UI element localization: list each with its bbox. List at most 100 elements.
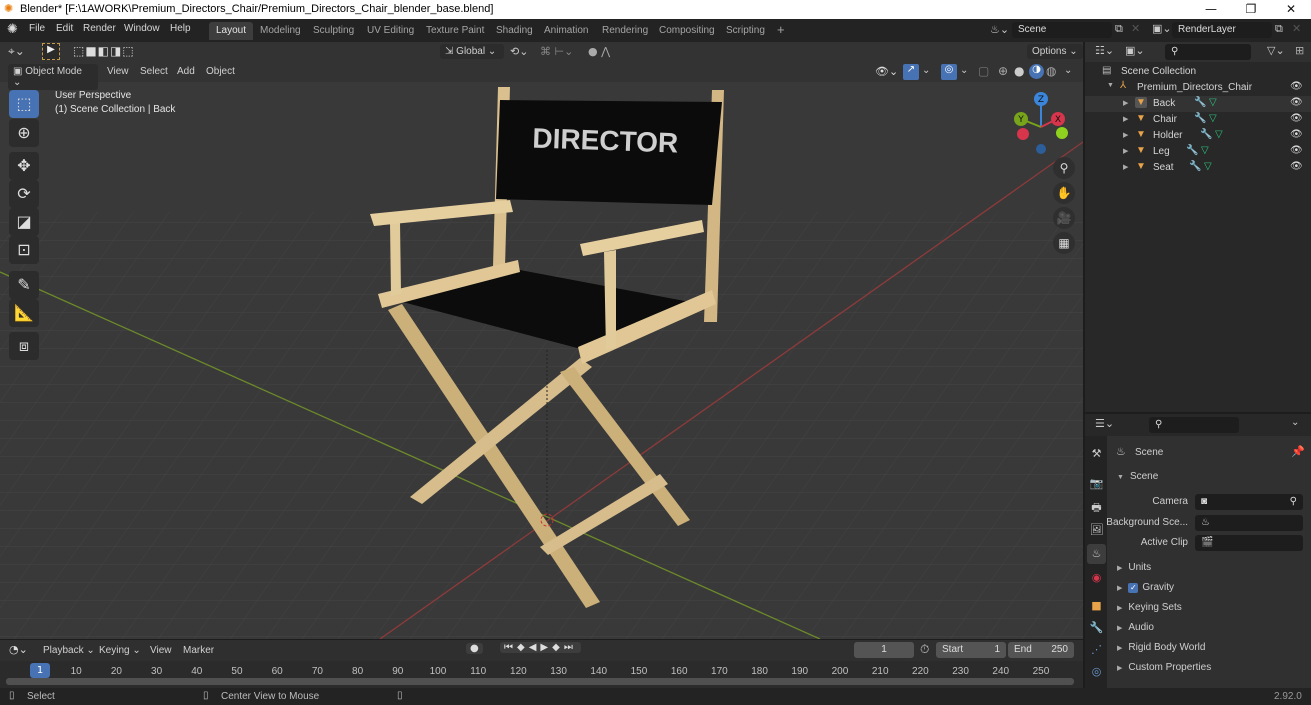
pivot-point-icon[interactable]: ⟲⌄ bbox=[510, 45, 528, 58]
camera-field[interactable]: ◙ ⚲ bbox=[1195, 494, 1303, 510]
visibility-eye-icon[interactable]: 👁 bbox=[1290, 145, 1303, 156]
rigid-body-world-section[interactable]: ▶ Rigid Body World bbox=[1117, 642, 1205, 653]
scene-name-field[interactable]: Scene bbox=[1012, 22, 1112, 38]
background-scene-field[interactable]: ♨ bbox=[1195, 515, 1303, 531]
playhead[interactable]: 1 bbox=[30, 663, 50, 678]
object-tab-icon[interactable]: ■ bbox=[1087, 596, 1106, 616]
menu-add[interactable]: Add bbox=[172, 64, 200, 79]
mesh-data-icon[interactable]: ▽ bbox=[1209, 113, 1217, 124]
wireframe-shading-icon[interactable]: ⊕ bbox=[998, 64, 1008, 78]
visibility-eye-icon[interactable]: 👁 bbox=[1290, 81, 1303, 92]
expand-arrow-icon[interactable]: ▶ bbox=[1123, 163, 1128, 171]
zoom-view-icon[interactable]: ⚲ bbox=[1053, 157, 1075, 179]
blender-menu-icon[interactable]: ✺ bbox=[7, 22, 18, 37]
transform-orientation-dropdown[interactable]: ⇲ Global ⌄ bbox=[440, 44, 504, 59]
timeline-scrollbar[interactable] bbox=[6, 678, 1074, 685]
menu-view[interactable]: View bbox=[102, 64, 134, 79]
gizmo-neg-y[interactable] bbox=[1056, 127, 1068, 139]
audio-section[interactable]: ▶ Audio bbox=[1117, 622, 1154, 633]
outliner-object-row[interactable]: ▶ ▼ Holder 🔧 ▽ 👁 bbox=[1085, 128, 1311, 144]
scene-selector-icon[interactable]: ♨⌄ bbox=[990, 23, 1009, 36]
new-view-layer-icon[interactable]: ⧉ bbox=[1275, 22, 1283, 36]
auto-keying-toggle-icon[interactable]: ● bbox=[466, 643, 483, 654]
visibility-eye-icon[interactable]: 👁 bbox=[1290, 129, 1303, 140]
measure-tool[interactable]: 📐 bbox=[9, 299, 39, 327]
timeline-view-menu[interactable]: View bbox=[145, 643, 177, 658]
active-clip-field[interactable]: 🎬 bbox=[1195, 535, 1303, 551]
maximize-button[interactable]: ❐ bbox=[1231, 0, 1271, 19]
start-frame-field[interactable]: Start 1 bbox=[936, 642, 1006, 658]
overlays-dropdown-icon[interactable]: ⌄ bbox=[960, 65, 968, 76]
gizmo-neg-x[interactable] bbox=[1017, 128, 1029, 140]
navigation-gizmo[interactable]: Z Y X bbox=[1010, 90, 1075, 155]
modifier-wrench-icon[interactable]: 🔧 bbox=[1194, 113, 1206, 124]
eyedropper-icon[interactable]: ⚲ bbox=[1290, 496, 1297, 507]
expand-arrow-icon[interactable]: ▶ bbox=[1123, 115, 1128, 123]
scale-tool[interactable]: ◪ bbox=[9, 208, 39, 236]
ortho-toggle-icon[interactable]: ▦ bbox=[1053, 232, 1075, 254]
properties-options-icon[interactable]: ⌄ bbox=[1291, 417, 1299, 428]
menu-select[interactable]: Select bbox=[135, 64, 173, 79]
physics-tab-icon[interactable]: ◎ bbox=[1087, 662, 1106, 682]
world-tab-icon[interactable]: ◉ bbox=[1087, 568, 1106, 588]
modifier-wrench-icon[interactable]: 🔧 bbox=[1189, 161, 1201, 172]
properties-editor-type-icon[interactable]: ☰⌄ bbox=[1095, 417, 1114, 430]
mesh-data-icon[interactable]: ▽ bbox=[1204, 161, 1212, 172]
render-tab-icon[interactable]: 📷 bbox=[1087, 474, 1106, 494]
pan-view-icon[interactable]: ✋ bbox=[1053, 182, 1075, 204]
gizmo-toggle-icon[interactable]: ↗ bbox=[903, 64, 919, 80]
mesh-data-icon[interactable]: ▽ bbox=[1209, 97, 1217, 108]
add-cube-tool[interactable]: ⧈ bbox=[9, 332, 39, 360]
playback-controls[interactable]: ⏮◆◀▶◆⏭ bbox=[500, 642, 581, 653]
visibility-eye-icon[interactable]: 👁 bbox=[1290, 113, 1303, 124]
gizmo-neg-z[interactable] bbox=[1036, 144, 1046, 154]
jump-end-icon[interactable]: ⏭ bbox=[564, 642, 577, 653]
gravity-section[interactable]: ▶ ✓ Gravity bbox=[1117, 582, 1174, 593]
mode-dropdown[interactable]: ▣ Object Mode ⌄ bbox=[8, 64, 98, 90]
cursor-tool[interactable]: ⊕ bbox=[9, 119, 39, 147]
expand-arrow-icon[interactable]: ▶ bbox=[1123, 147, 1128, 155]
gizmo-dropdown-icon[interactable]: ⌄ bbox=[922, 65, 930, 76]
add-workspace-button[interactable]: + bbox=[770, 22, 792, 40]
mesh-data-icon[interactable]: ▽ bbox=[1201, 145, 1209, 156]
properties-search-input[interactable]: ⚲ bbox=[1149, 417, 1239, 433]
outliner-object-row[interactable]: ▶ ▼ Leg 🔧 ▽ 👁 bbox=[1085, 144, 1311, 160]
view-layer-field[interactable]: RenderLayer bbox=[1172, 22, 1272, 38]
annotate-tool[interactable]: ✎ bbox=[9, 271, 39, 299]
view-layer-filter-icon[interactable]: ▣⌄ bbox=[1125, 44, 1145, 57]
marker-menu[interactable]: Marker bbox=[178, 643, 219, 658]
play-icon[interactable]: ▶ bbox=[540, 642, 552, 653]
close-button[interactable]: ✕ bbox=[1271, 0, 1311, 19]
visibility-icon[interactable]: 👁⌄ bbox=[875, 65, 898, 78]
outliner-object-row[interactable]: ▶ ▼ Back 🔧 ▽ 👁 bbox=[1085, 96, 1311, 112]
filter-icon[interactable]: ▽⌄ bbox=[1267, 44, 1285, 57]
material-preview-icon[interactable]: ◑ bbox=[1029, 64, 1044, 79]
outliner-search-input[interactable]: ⚲ bbox=[1165, 44, 1251, 60]
custom-properties-section[interactable]: ▶ Custom Properties bbox=[1117, 662, 1211, 673]
pin-icon[interactable]: 📌 bbox=[1291, 445, 1305, 458]
delete-view-layer-icon[interactable]: ✕ bbox=[1292, 22, 1301, 35]
menu-file[interactable]: File bbox=[24, 23, 50, 34]
menu-object[interactable]: Object bbox=[201, 64, 240, 79]
move-tool[interactable]: ✥ bbox=[9, 152, 39, 180]
menu-edit[interactable]: Edit bbox=[51, 23, 78, 34]
solid-shading-icon[interactable]: ● bbox=[1014, 64, 1024, 78]
outliner-collection-row[interactable]: ▼ ⅄ Premium_Directors_Chair 👁 bbox=[1085, 80, 1311, 96]
modifier-wrench-icon[interactable]: 🔧 bbox=[1186, 145, 1198, 156]
particles-tab-icon[interactable]: ⋰ bbox=[1087, 640, 1106, 660]
selection-mode-icons[interactable]: ⬚■◧◨⬚ bbox=[73, 44, 135, 58]
overlays-toggle-icon[interactable]: ◎ bbox=[941, 64, 957, 80]
expand-arrow-icon[interactable]: ▼ bbox=[1107, 82, 1114, 89]
end-frame-field[interactable]: End 250 bbox=[1008, 642, 1074, 658]
xray-toggle-icon[interactable]: ▢ bbox=[978, 64, 989, 78]
tab-compositing[interactable]: Compositing bbox=[652, 22, 722, 40]
rendered-shading-icon[interactable]: ◍ bbox=[1046, 64, 1056, 78]
transform-tool[interactable]: ⊡ bbox=[9, 236, 39, 264]
tab-scripting[interactable]: Scripting bbox=[719, 22, 772, 40]
tab-rendering[interactable]: Rendering bbox=[595, 22, 655, 40]
display-mode-icon[interactable]: ☷⌄ bbox=[1095, 44, 1114, 57]
menu-render[interactable]: Render bbox=[78, 23, 121, 34]
scene-panel-header[interactable]: ▼ Scene bbox=[1117, 471, 1158, 482]
prev-keyframe-icon[interactable]: ◆ bbox=[517, 642, 529, 653]
3d-viewport[interactable]: DIRECTOR ⌖⌄ ▶ ⬚■◧◨⬚ ⇲ Global ⌄ ⟲⌄ ⌘ ⊢⌄ ●… bbox=[0, 42, 1083, 639]
